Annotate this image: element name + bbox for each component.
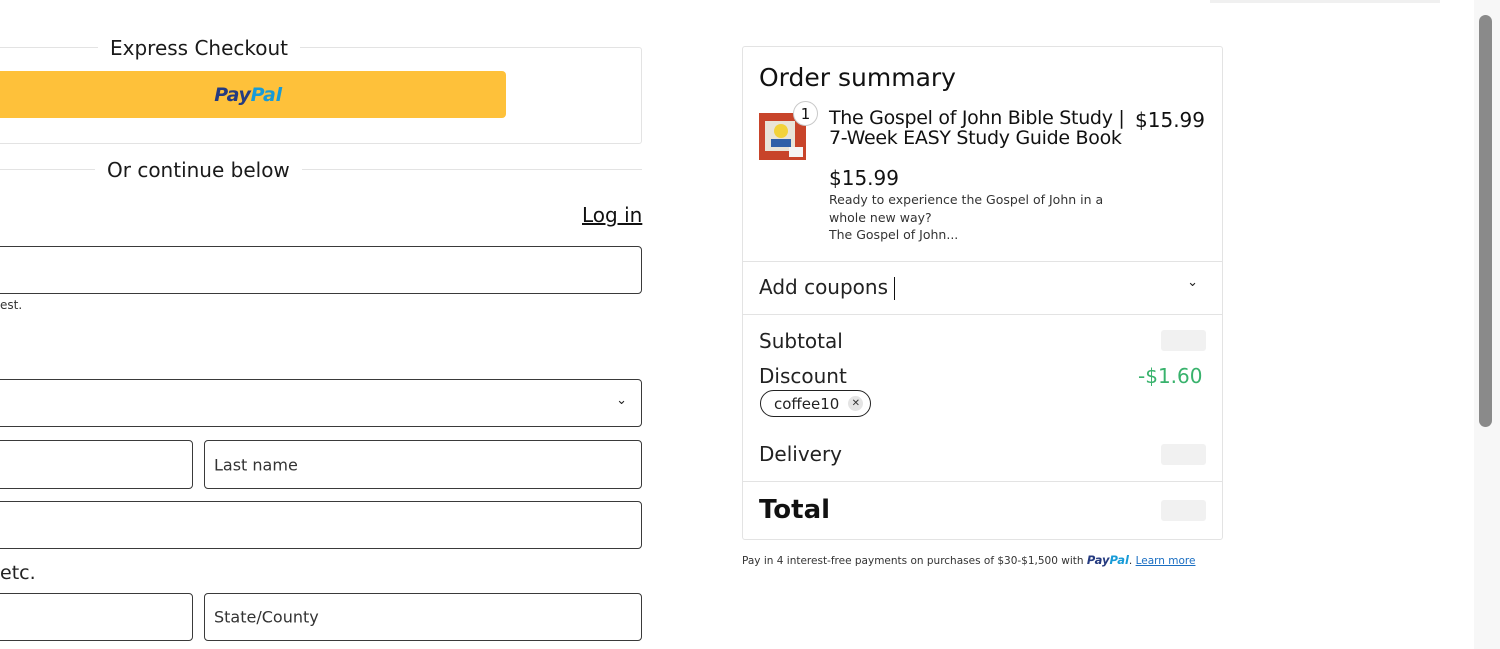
discount-label: Discount xyxy=(759,364,847,388)
discount-value: -$1.60 xyxy=(1138,364,1203,388)
address-field[interactable] xyxy=(0,501,642,549)
add-coupons-toggle[interactable]: Add coupons ⌄ xyxy=(743,262,1222,314)
email-field[interactable] xyxy=(0,246,642,294)
paypal-logo: PayPal xyxy=(1086,553,1129,567)
email-note: est. xyxy=(0,298,23,312)
chevron-down-icon: ⌄ xyxy=(616,393,627,408)
product-unit-price: $15.99 xyxy=(829,166,899,190)
add-coupons-label: Add coupons xyxy=(759,275,889,299)
divider xyxy=(743,314,1222,315)
state-field[interactable]: State/County xyxy=(204,593,642,641)
state-placeholder: State/County xyxy=(214,607,319,627)
product-name: The Gospel of John Bible Study | 7-Week … xyxy=(829,107,1125,149)
address-note: etc. xyxy=(0,562,36,584)
learn-more-link[interactable]: Learn more xyxy=(1136,555,1196,567)
order-summary-title: Order summary xyxy=(759,63,956,92)
paypal-logo: PayPal xyxy=(214,83,282,106)
city-field[interactable] xyxy=(0,593,193,641)
close-icon[interactable]: ✕ xyxy=(848,396,864,411)
coupon-code: coffee10 xyxy=(774,394,840,413)
express-checkout-title: Express Checkout xyxy=(98,36,301,60)
text-cursor xyxy=(894,277,895,300)
total-value-loading xyxy=(1161,500,1206,521)
login-link[interactable]: Log in xyxy=(582,203,642,227)
country-select[interactable]: ⌄ xyxy=(0,379,642,427)
chevron-down-icon: ⌄ xyxy=(1187,275,1198,290)
delivery-value-loading xyxy=(1161,444,1206,465)
first-name-field[interactable] xyxy=(0,440,193,489)
last-name-placeholder: Last name xyxy=(214,455,298,474)
total-label: Total xyxy=(759,495,831,525)
top-strip xyxy=(1210,0,1440,3)
paylater-message: Pay in 4 interest-free payments on purch… xyxy=(742,553,1196,567)
last-name-field[interactable]: Last name xyxy=(204,440,642,489)
or-continue-label: Or continue below xyxy=(95,158,302,182)
line-price: $15.99 xyxy=(1135,108,1205,132)
coupon-chip: coffee10 ✕ xyxy=(760,390,872,417)
quantity-badge: 1 xyxy=(793,101,818,126)
subtotal-label: Subtotal xyxy=(759,329,843,353)
product-description: Ready to experience the Gospel of John i… xyxy=(829,192,1104,242)
delivery-label: Delivery xyxy=(759,442,843,466)
scrollbar-thumb[interactable] xyxy=(1479,15,1492,427)
subtotal-value-loading xyxy=(1161,330,1206,351)
paypal-button[interactable]: PayPal xyxy=(0,71,506,118)
divider xyxy=(743,481,1222,482)
